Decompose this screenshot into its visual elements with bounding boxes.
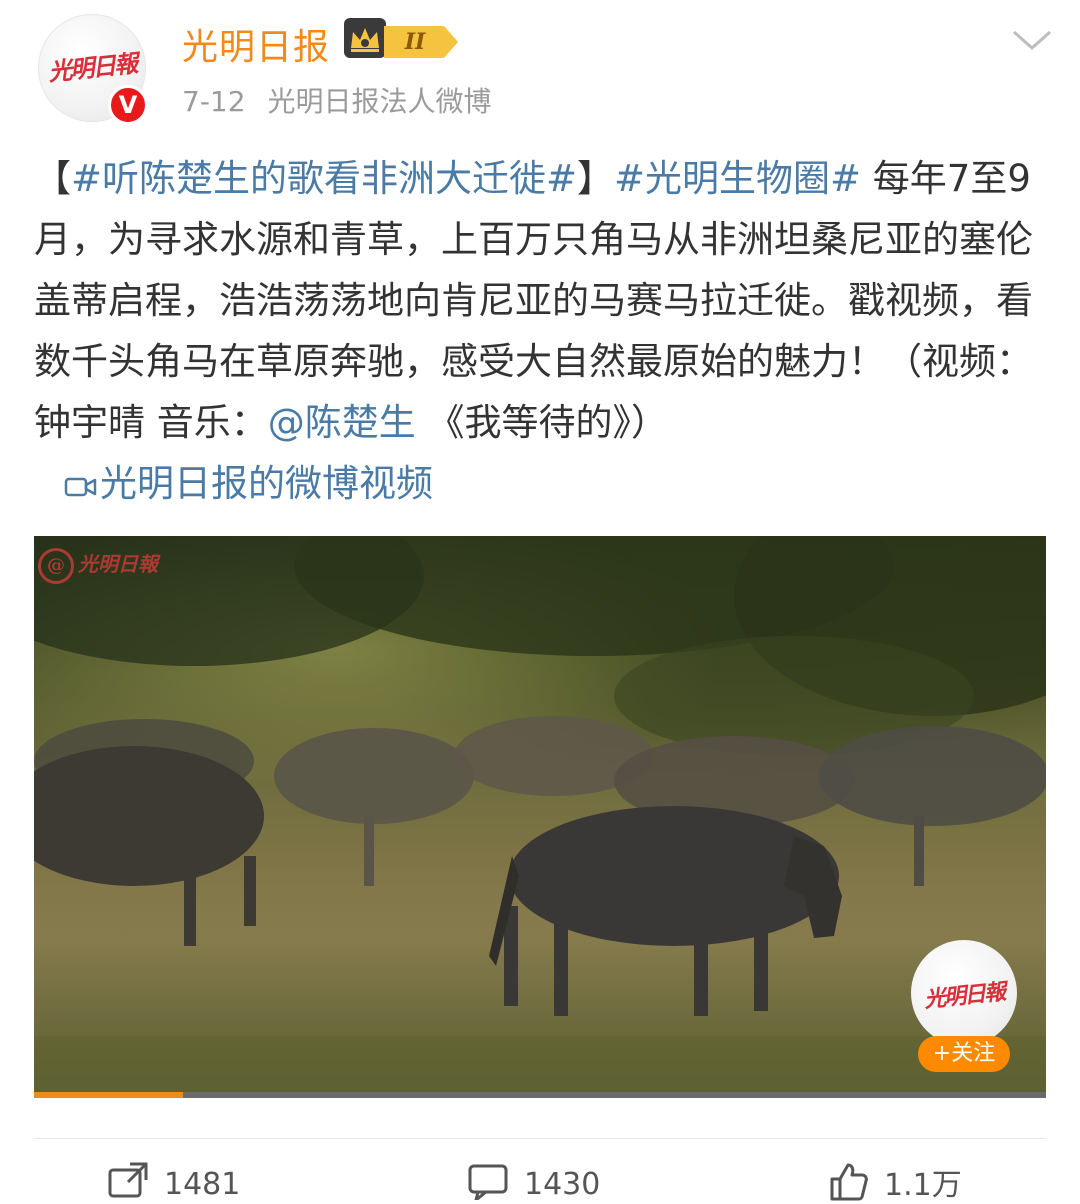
verified-badge-icon: V	[108, 85, 148, 125]
hashtag-link-migration[interactable]: #听陈楚生的歌看非洲大迁徙#	[71, 157, 577, 200]
comment-button[interactable]: 1430	[466, 1160, 601, 1204]
hashtag-link-biosphere[interactable]: #光明生物圈#	[614, 157, 861, 200]
crown-icon	[344, 18, 386, 58]
like-count: 1.1万	[884, 1168, 962, 1203]
member-level-badge[interactable]: II	[384, 26, 458, 58]
video-progress-bar[interactable]	[34, 1092, 1046, 1098]
divider	[34, 1138, 1046, 1139]
like-button[interactable]: 1.1万	[826, 1160, 962, 1204]
repost-icon	[108, 1162, 148, 1198]
avatar-logo-text: 光明日報	[46, 48, 138, 87]
video-avatar-logo-text: 光明日報	[923, 978, 1006, 1014]
video-camera-icon	[64, 477, 97, 497]
watermark-text: 光明日報	[78, 552, 158, 576]
comment-icon	[468, 1164, 508, 1204]
video-watermark: @ 光明日報	[38, 548, 158, 584]
bracket-close: 】	[577, 157, 615, 200]
watermark-at-icon: @	[38, 548, 74, 584]
post-body-text-after: 《我等待的》）	[415, 401, 669, 444]
action-bar: 1481 1430 1.1万	[0, 1160, 1080, 1204]
video-progress-fill	[34, 1092, 183, 1098]
comment-count: 1430	[524, 1167, 601, 1202]
thumbs-up-icon	[830, 1163, 868, 1201]
video-frame-image	[34, 536, 1046, 1098]
video-author-avatar[interactable]: 光明日報	[911, 940, 1017, 1046]
level-arrow-icon	[444, 26, 458, 58]
post-body: 【#听陈楚生的歌看非洲大迁徙#】#光明生物圈# 每年7至9月，为寻求水源和青草，…	[34, 148, 1046, 514]
repost-button[interactable]: 1481	[106, 1160, 240, 1202]
mention-link[interactable]: @陈楚生	[268, 401, 416, 444]
member-level-label: II	[384, 26, 446, 58]
post-meta: 7-12 光明日报法人微博	[182, 80, 492, 120]
bracket-open: 【	[34, 157, 71, 200]
video-link-label: 光明日报的微博视频	[100, 462, 433, 505]
video-player[interactable]: @ 光明日報 光明日報 +关注	[34, 536, 1046, 1098]
post-source: 光明日报法人微博	[267, 85, 492, 118]
repost-count: 1481	[164, 1167, 241, 1202]
author-name[interactable]: 光明日报	[182, 18, 330, 70]
chevron-down-icon[interactable]	[1010, 26, 1054, 54]
post-date: 7-12	[182, 85, 246, 118]
follow-button[interactable]: +关注	[918, 1036, 1010, 1072]
video-link[interactable]: 光明日报的微博视频	[64, 462, 433, 505]
